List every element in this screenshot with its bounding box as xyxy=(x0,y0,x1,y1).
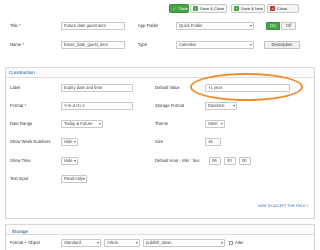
save-close-button[interactable]: ✓ Save & Close xyxy=(190,4,227,13)
check-icon: ✓ xyxy=(172,6,177,11)
show-week-numbers-value: Hide xyxy=(64,139,73,144)
storage-column-select[interactable]: publish_down ▾ xyxy=(143,239,225,247)
storage-object-value: Article xyxy=(107,240,119,245)
default-value-label: Default Value xyxy=(155,85,180,90)
show-week-numbers-label: Show Week Numbers xyxy=(10,139,51,144)
show-week-numbers-select[interactable]: Hide ▾ xyxy=(61,138,78,146)
default-time-label: Default Hour - Min : Sec xyxy=(155,158,200,163)
chevron-down-icon: ▾ xyxy=(98,121,101,126)
format-label: Format * xyxy=(10,103,27,108)
theme-value: Steel xyxy=(208,121,218,126)
theme-label: Theme xyxy=(155,121,169,126)
close-button[interactable]: × Close xyxy=(267,4,299,13)
chevron-down-icon: ▾ xyxy=(249,23,252,28)
app-folder-label: App Folder xyxy=(138,23,159,28)
chevron-down-icon: ▾ xyxy=(73,158,76,163)
label-label: Label xyxy=(10,85,21,90)
size-label: Size xyxy=(155,139,164,144)
title-label: Title * xyxy=(10,23,21,28)
close-label: Close xyxy=(277,6,288,11)
chevron-down-icon: ▾ xyxy=(135,240,138,245)
alter-checkbox[interactable] xyxy=(229,241,233,245)
hour-select[interactable]: 06 xyxy=(209,157,221,165)
plus-icon: + xyxy=(234,6,239,11)
minute-select[interactable]: 00 xyxy=(224,157,236,165)
storage-format-value: Datetime xyxy=(208,103,225,108)
second-value: 00 xyxy=(242,158,247,163)
second-select[interactable]: 00 xyxy=(239,157,251,165)
text-input-value: Read-only xyxy=(64,176,84,181)
date-range-select[interactable]: Today & Future ▾ xyxy=(61,120,103,128)
save-new-button[interactable]: + Save & New xyxy=(231,4,265,13)
text-input-label: Text Input xyxy=(10,176,29,181)
close-icon: × xyxy=(270,6,275,11)
name-input[interactable]: future_date_guest_item xyxy=(61,41,125,49)
format-object-label: Format + Object xyxy=(10,240,41,245)
toggle-on[interactable]: On xyxy=(266,22,280,30)
storage-format-select[interactable]: Datetime ▾ xyxy=(205,102,237,110)
save-label: Save xyxy=(179,6,189,11)
chevron-down-icon: ▾ xyxy=(96,240,99,245)
alter-label: Alter xyxy=(235,240,244,245)
construction-heading: Construction xyxy=(9,70,35,75)
save-button[interactable]: ✓ Save xyxy=(169,4,189,13)
chevron-down-icon: ▾ xyxy=(220,240,223,245)
chevron-down-icon: ▾ xyxy=(232,103,235,108)
storage-column-value: publish_down xyxy=(146,240,172,245)
show-time-label: Show Time xyxy=(10,158,31,163)
storage-format-label: Storage Format xyxy=(155,103,185,108)
app-folder-select[interactable]: Quick Folder ▾ xyxy=(176,22,254,30)
show-time-select[interactable]: Hide ▾ xyxy=(61,157,78,165)
help-link[interactable]: HOW TO ACCEPT THIS FIELD ? xyxy=(258,204,308,208)
type-value: Calendar xyxy=(179,42,196,47)
chevron-down-icon: ▾ xyxy=(73,139,76,144)
storage-format-type-value: Standard xyxy=(64,240,81,245)
save-close-label: Save & Close xyxy=(200,6,225,11)
storage-object-select[interactable]: Article ▾ xyxy=(104,239,140,247)
type-select[interactable]: Calendar ▾ xyxy=(176,41,254,49)
highlight-ellipse xyxy=(190,73,303,101)
theme-select[interactable]: Steel ▾ xyxy=(205,120,225,128)
date-range-label: Date Range xyxy=(10,121,33,126)
format-input[interactable]: Y-m-d H:i:s xyxy=(61,102,133,110)
label-input[interactable]: Expiry date and time xyxy=(61,84,133,92)
description-button[interactable]: Description xyxy=(264,41,300,49)
chevron-down-icon: ▾ xyxy=(82,176,85,181)
title-input[interactable]: Future date guest item xyxy=(61,22,125,30)
name-label: Name * xyxy=(10,42,24,47)
save-new-label: Save & New xyxy=(241,6,264,11)
chevron-down-icon: ▾ xyxy=(249,42,252,47)
storage-header[interactable]: Storage * xyxy=(6,225,314,235)
storage-format-type-select[interactable]: Standard ▾ xyxy=(61,239,101,247)
check-icon: ✓ xyxy=(193,6,198,11)
minute-value: 00 xyxy=(227,158,232,163)
hour-value: 06 xyxy=(212,158,217,163)
text-input-select[interactable]: Read-only ▾ xyxy=(61,175,87,183)
date-range-value: Today & Future xyxy=(64,121,93,126)
type-label: Type xyxy=(138,42,148,47)
app-folder-value: Quick Folder xyxy=(179,23,203,28)
chevron-down-icon: ▾ xyxy=(220,121,223,126)
show-time-value: Hide xyxy=(64,158,73,163)
size-input[interactable]: 16 xyxy=(205,138,221,146)
toggle-off[interactable]: Off xyxy=(281,22,296,30)
